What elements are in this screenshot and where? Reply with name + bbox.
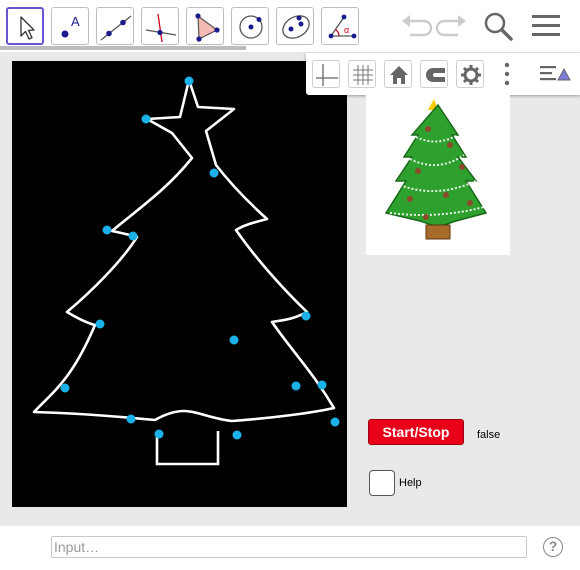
point-capturing-button[interactable] [420,60,448,88]
axes-toggle-button[interactable] [312,60,340,88]
conic-tool-button[interactable] [276,7,314,45]
graphics-settings-button[interactable] [456,60,484,88]
circle-with-center-icon [239,15,263,39]
angle-tool-label: α [344,25,349,35]
angle-tool-button[interactable]: α [321,7,359,45]
toolbar-scrollbar[interactable] [0,46,246,50]
tree-trunk [155,431,220,466]
point-marker[interactable] [102,225,112,235]
help-checkbox[interactable] [369,470,395,496]
angle-icon: α [328,14,357,39]
axes-icon [316,64,338,86]
standard-view-button[interactable] [384,60,412,88]
point-marker[interactable] [184,76,194,86]
settings-icon [461,65,481,85]
toolbar: A α [0,0,580,52]
polygon-tool-button[interactable] [186,7,224,45]
polygon-icon [195,13,220,42]
point-marker[interactable] [317,380,327,390]
redo-icon[interactable] [436,12,470,40]
home-icon [390,66,408,84]
point-marker[interactable] [126,414,136,424]
more-icon[interactable] [496,60,518,88]
point-tool-button[interactable]: A [51,7,89,45]
arrow-cursor-icon [20,16,35,40]
point-marker[interactable] [141,114,151,124]
point-marker[interactable] [128,231,138,241]
point-capturing-icon [426,68,445,82]
point-marker[interactable] [60,383,70,393]
perpendicular-line-icon [145,13,177,43]
grid-toggle-button[interactable] [348,60,376,88]
christmas-tree-drawing[interactable] [12,61,347,507]
move-tool-button[interactable] [6,7,44,45]
point-marker[interactable] [291,381,301,391]
point-marker[interactable] [301,311,311,321]
circle-tool-button[interactable] [231,7,269,45]
boolean-value-text: false [477,429,501,441]
point-marker[interactable] [95,319,105,329]
perpendicular-line-tool-button[interactable] [141,7,179,45]
undo-icon[interactable] [398,12,432,40]
point-markers [60,76,340,440]
drawing-canvas[interactable] [12,61,347,507]
grid-icon [353,65,373,85]
point-marker[interactable] [229,335,239,345]
algebra-input-field[interactable]: Input… [51,536,527,558]
point-icon: A [61,14,80,38]
search-icon[interactable] [482,10,516,44]
question-mark-icon[interactable]: ? [543,537,563,557]
style-bar-toggle-icon[interactable] [538,62,574,86]
line-through-points-icon [100,15,132,41]
christmas-tree-image[interactable] [366,95,510,255]
point-marker[interactable] [232,430,242,440]
menu-icon[interactable] [530,12,562,40]
graphics-style-bar [306,53,580,95]
point-marker[interactable] [330,417,340,427]
christmas-tree-picture [384,99,488,240]
line-tool-button[interactable] [96,7,134,45]
point-tool-label: A [71,14,80,29]
start-stop-button[interactable]: Start/Stop [368,419,464,445]
tree-outline [32,78,336,423]
ellipse-icon [282,15,310,39]
help-checkbox-label: Help [399,477,422,489]
point-marker[interactable] [209,168,219,178]
point-marker[interactable] [154,429,164,439]
